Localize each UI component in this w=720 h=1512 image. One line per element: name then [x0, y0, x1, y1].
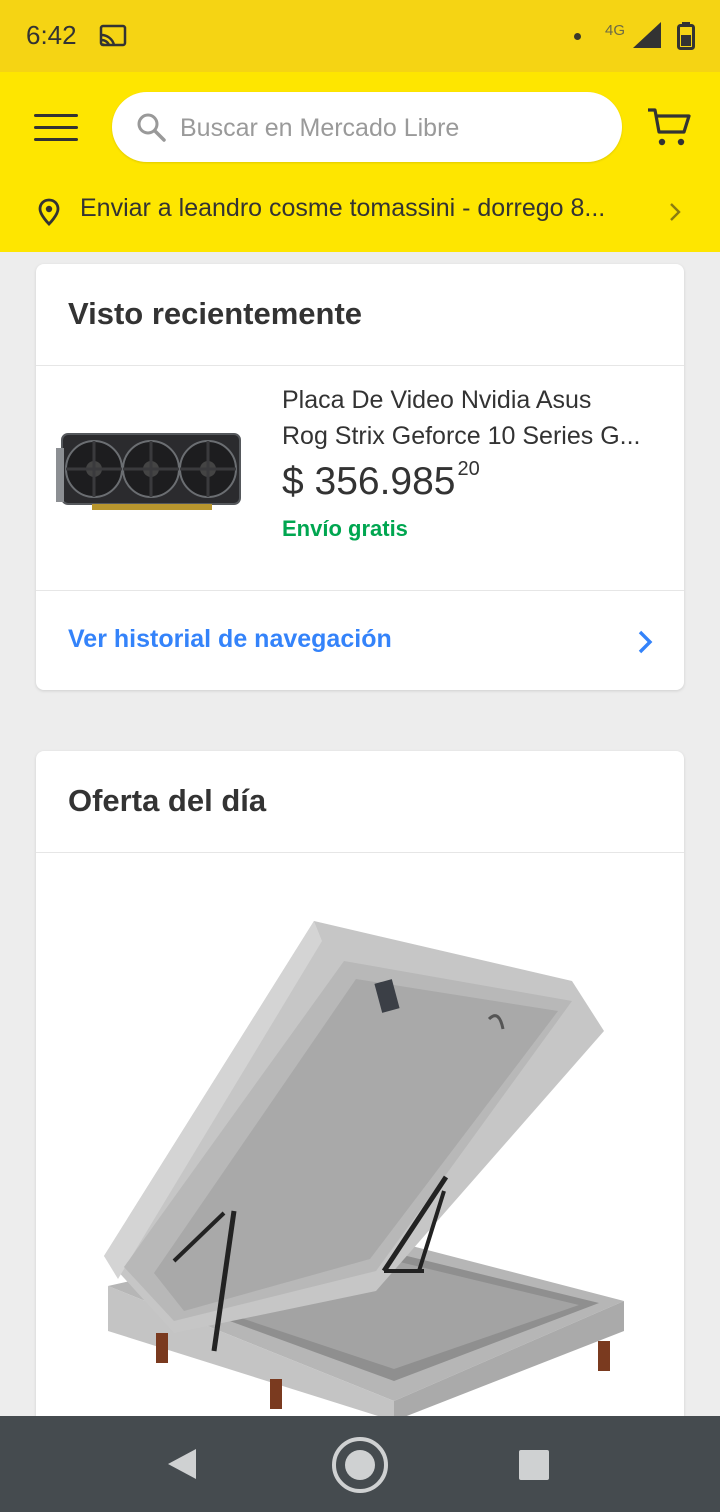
recently-viewed-card: Visto recientemente Placa De Video Nvidi… [36, 264, 684, 690]
notification-dot-icon [574, 33, 581, 40]
network-type: 4G [605, 22, 626, 39]
view-history-label: Ver historial de navegación [68, 625, 392, 653]
product-price: $ 356.985 20 [282, 458, 480, 504]
hamburger-menu-icon[interactable] [34, 112, 78, 144]
status-time: 6:42 [26, 20, 77, 50]
divider [36, 365, 684, 366]
system-navigation-bar [0, 1416, 720, 1512]
recently-viewed-title: Visto recientemente [68, 296, 363, 331]
chevron-right-icon [638, 630, 653, 654]
location-pin-icon [38, 198, 60, 226]
signal-icon [633, 22, 661, 48]
status-bar: 6:42 4G [0, 0, 720, 72]
free-shipping-label: Envío gratis [282, 516, 408, 541]
shipping-address-text: Enviar a leandro cosme tomassini - dorre… [80, 194, 606, 222]
product-thumbnail [56, 433, 241, 510]
view-history-link[interactable]: Ver historial de navegación [36, 591, 684, 690]
home-icon[interactable] [331, 1436, 389, 1494]
recent-apps-icon[interactable] [519, 1450, 549, 1480]
shipping-address-row[interactable]: Enviar a leandro cosme tomassini - dorre… [0, 184, 720, 236]
product-title-line: Placa De Video Nvidia Asus [282, 386, 592, 414]
deal-product-image [104, 921, 624, 1421]
cart-icon[interactable] [646, 106, 692, 148]
cast-icon [99, 24, 127, 47]
deal-title: Oferta del día [68, 783, 267, 818]
deal-of-the-day-card[interactable]: Oferta del día [36, 751, 684, 1451]
app-header: Enviar a leandro cosme tomassini - dorre… [0, 72, 720, 252]
search-icon [137, 113, 166, 142]
divider [36, 852, 684, 853]
product-title: Placa De Video Nvidia Asus Rog Strix Gef… [282, 382, 667, 454]
battery-icon [677, 22, 695, 50]
price-amount: $ 356.985 [282, 460, 456, 503]
price-cents: 20 [457, 458, 480, 480]
chevron-right-icon [670, 203, 681, 221]
product-title-line: Rog Strix Geforce 10 Series G... [282, 422, 641, 450]
search-bar[interactable] [112, 92, 622, 164]
search-input[interactable] [178, 92, 602, 164]
back-icon[interactable] [166, 1447, 198, 1481]
